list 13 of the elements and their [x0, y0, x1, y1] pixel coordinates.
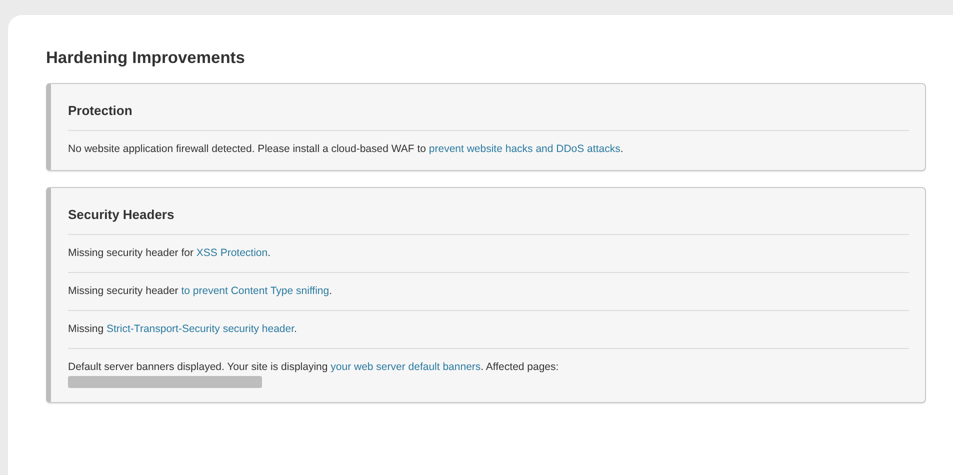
- section-title: Hardening Improvements: [46, 49, 246, 68]
- finding-text: Missing security header to prevent Content Type sniffing.: [68, 284, 334, 298]
- finding-link[interactable]: prevent website hacks and DDoS attacks: [428, 143, 620, 155]
- finding-link[interactable]: Strict-Transport-Security security header: [106, 323, 294, 335]
- finding-text: Missing security header for XSS Protection.: [68, 246, 272, 260]
- finding-link[interactable]: to prevent Content Type sniffing: [181, 285, 330, 297]
- panel-heading: Protection: [68, 84, 909, 131]
- panel-heading: Security Headers: [68, 188, 909, 235]
- finding-text: Default server banners displayed. Your site is displaying your web server default banners. Affected pages:: [68, 360, 560, 374]
- finding-text: No website application firewall detected. Please install a cloud-based WAF to prevent website hacks and DDoS attacks.: [68, 142, 624, 156]
- finding-text: Missing Strict-Transport-Security security header.: [68, 322, 298, 336]
- finding-link[interactable]: XSS Protection: [196, 247, 268, 259]
- finding-link[interactable]: your web server default banners: [330, 361, 481, 373]
